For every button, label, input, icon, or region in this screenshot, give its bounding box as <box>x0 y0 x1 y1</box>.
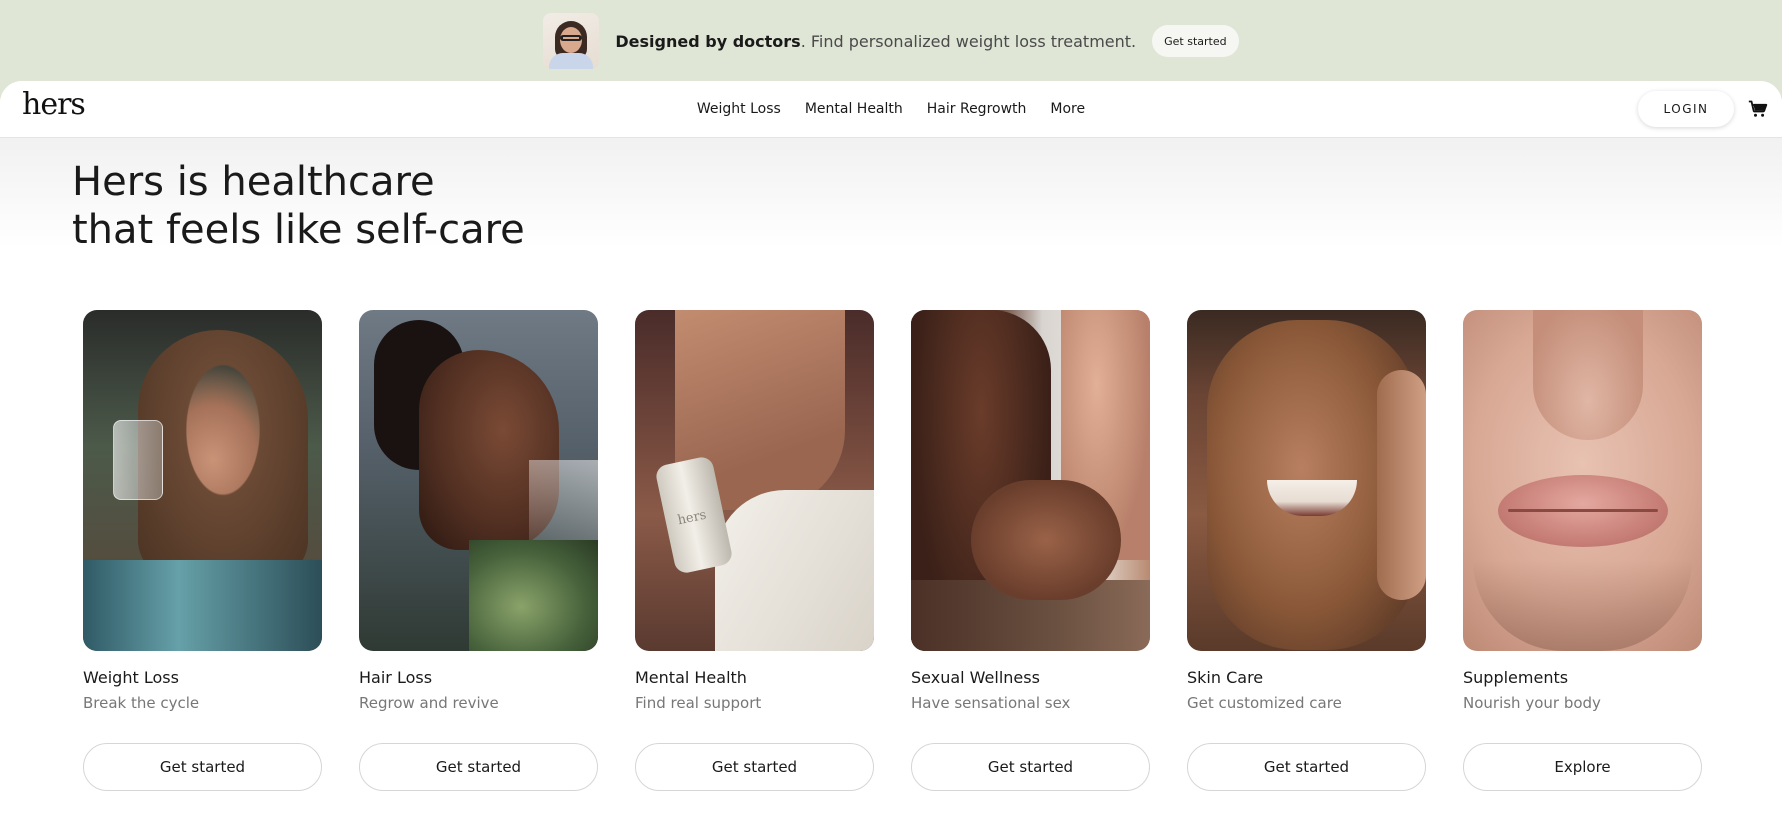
category-card-hair-loss: Hair Loss Regrow and revive Get started <box>359 310 598 791</box>
sexual-wellness-get-started-button[interactable]: Get started <box>911 743 1150 791</box>
card-subtitle: Nourish your body <box>1463 694 1601 712</box>
nav-link-more[interactable]: More <box>1050 101 1085 117</box>
card-title: Hair Loss <box>359 668 433 687</box>
promo-text: Designed by doctors. Find personalized w… <box>615 32 1136 51</box>
hair-loss-get-started-button[interactable]: Get started <box>359 743 598 791</box>
hero-section: Hers is healthcare that feels like self-… <box>0 138 1782 838</box>
page-headline: Hers is healthcare that feels like self-… <box>72 158 525 254</box>
top-nav: hers Weight Loss Mental Health Hair Regr… <box>0 81 1782 138</box>
headline-line-2: that feels like self-care <box>72 207 525 253</box>
category-cards: Weight Loss Break the cycle Get started … <box>83 310 1702 791</box>
login-button[interactable]: LOGIN <box>1638 91 1734 127</box>
supplements-explore-button[interactable]: Explore <box>1463 743 1702 791</box>
mental-health-photo[interactable]: hers <box>635 310 874 651</box>
skin-care-photo[interactable] <box>1187 310 1426 651</box>
skin-care-get-started-button[interactable]: Get started <box>1187 743 1426 791</box>
card-subtitle: Find real support <box>635 694 762 712</box>
card-title: Skin Care <box>1187 668 1264 687</box>
category-card-mental-health: hers Mental Health Find real support Get… <box>635 310 874 791</box>
category-card-skin-care: Skin Care Get customized care Get starte… <box>1187 310 1426 791</box>
cart-icon[interactable] <box>1748 99 1768 119</box>
card-title: Sexual Wellness <box>911 668 1040 687</box>
category-card-sexual-wellness: Sexual Wellness Have sensational sex Get… <box>911 310 1150 791</box>
promo-get-started-button[interactable]: Get started <box>1152 25 1239 57</box>
bottle-label: hers <box>676 507 708 529</box>
nav-link-mental-health[interactable]: Mental Health <box>805 101 903 117</box>
card-subtitle: Get customized care <box>1187 694 1342 712</box>
doctor-avatar <box>543 13 600 69</box>
card-subtitle: Have sensational sex <box>911 694 1071 712</box>
supplements-photo[interactable] <box>1463 310 1702 651</box>
mental-health-get-started-button[interactable]: Get started <box>635 743 874 791</box>
category-card-supplements: Supplements Nourish your body Explore <box>1463 310 1702 791</box>
category-card-weight-loss: Weight Loss Break the cycle Get started <box>83 310 322 791</box>
card-subtitle: Break the cycle <box>83 694 200 712</box>
weight-loss-photo[interactable] <box>83 310 322 651</box>
weight-loss-get-started-button[interactable]: Get started <box>83 743 322 791</box>
card-title: Mental Health <box>635 668 747 687</box>
card-subtitle: Regrow and revive <box>359 694 499 712</box>
promo-banner: Designed by doctors. Find personalized w… <box>0 0 1782 82</box>
main-page: hers Weight Loss Mental Health Hair Regr… <box>0 81 1782 839</box>
headline-line-1: Hers is healthcare <box>72 159 435 205</box>
card-title: Supplements <box>1463 668 1569 687</box>
card-title: Weight Loss <box>83 668 179 687</box>
nav-link-hair-regrowth[interactable]: Hair Regrowth <box>927 101 1027 117</box>
promo-bold-text: Designed by doctors <box>615 31 801 51</box>
primary-nav: Weight Loss Mental Health Hair Regrowth … <box>0 81 1782 137</box>
hair-loss-photo[interactable] <box>359 310 598 651</box>
nav-link-weight-loss[interactable]: Weight Loss <box>697 101 781 117</box>
promo-text-rest: . Find personalized weight loss treatmen… <box>800 31 1137 51</box>
sexual-wellness-photo[interactable] <box>911 310 1150 651</box>
